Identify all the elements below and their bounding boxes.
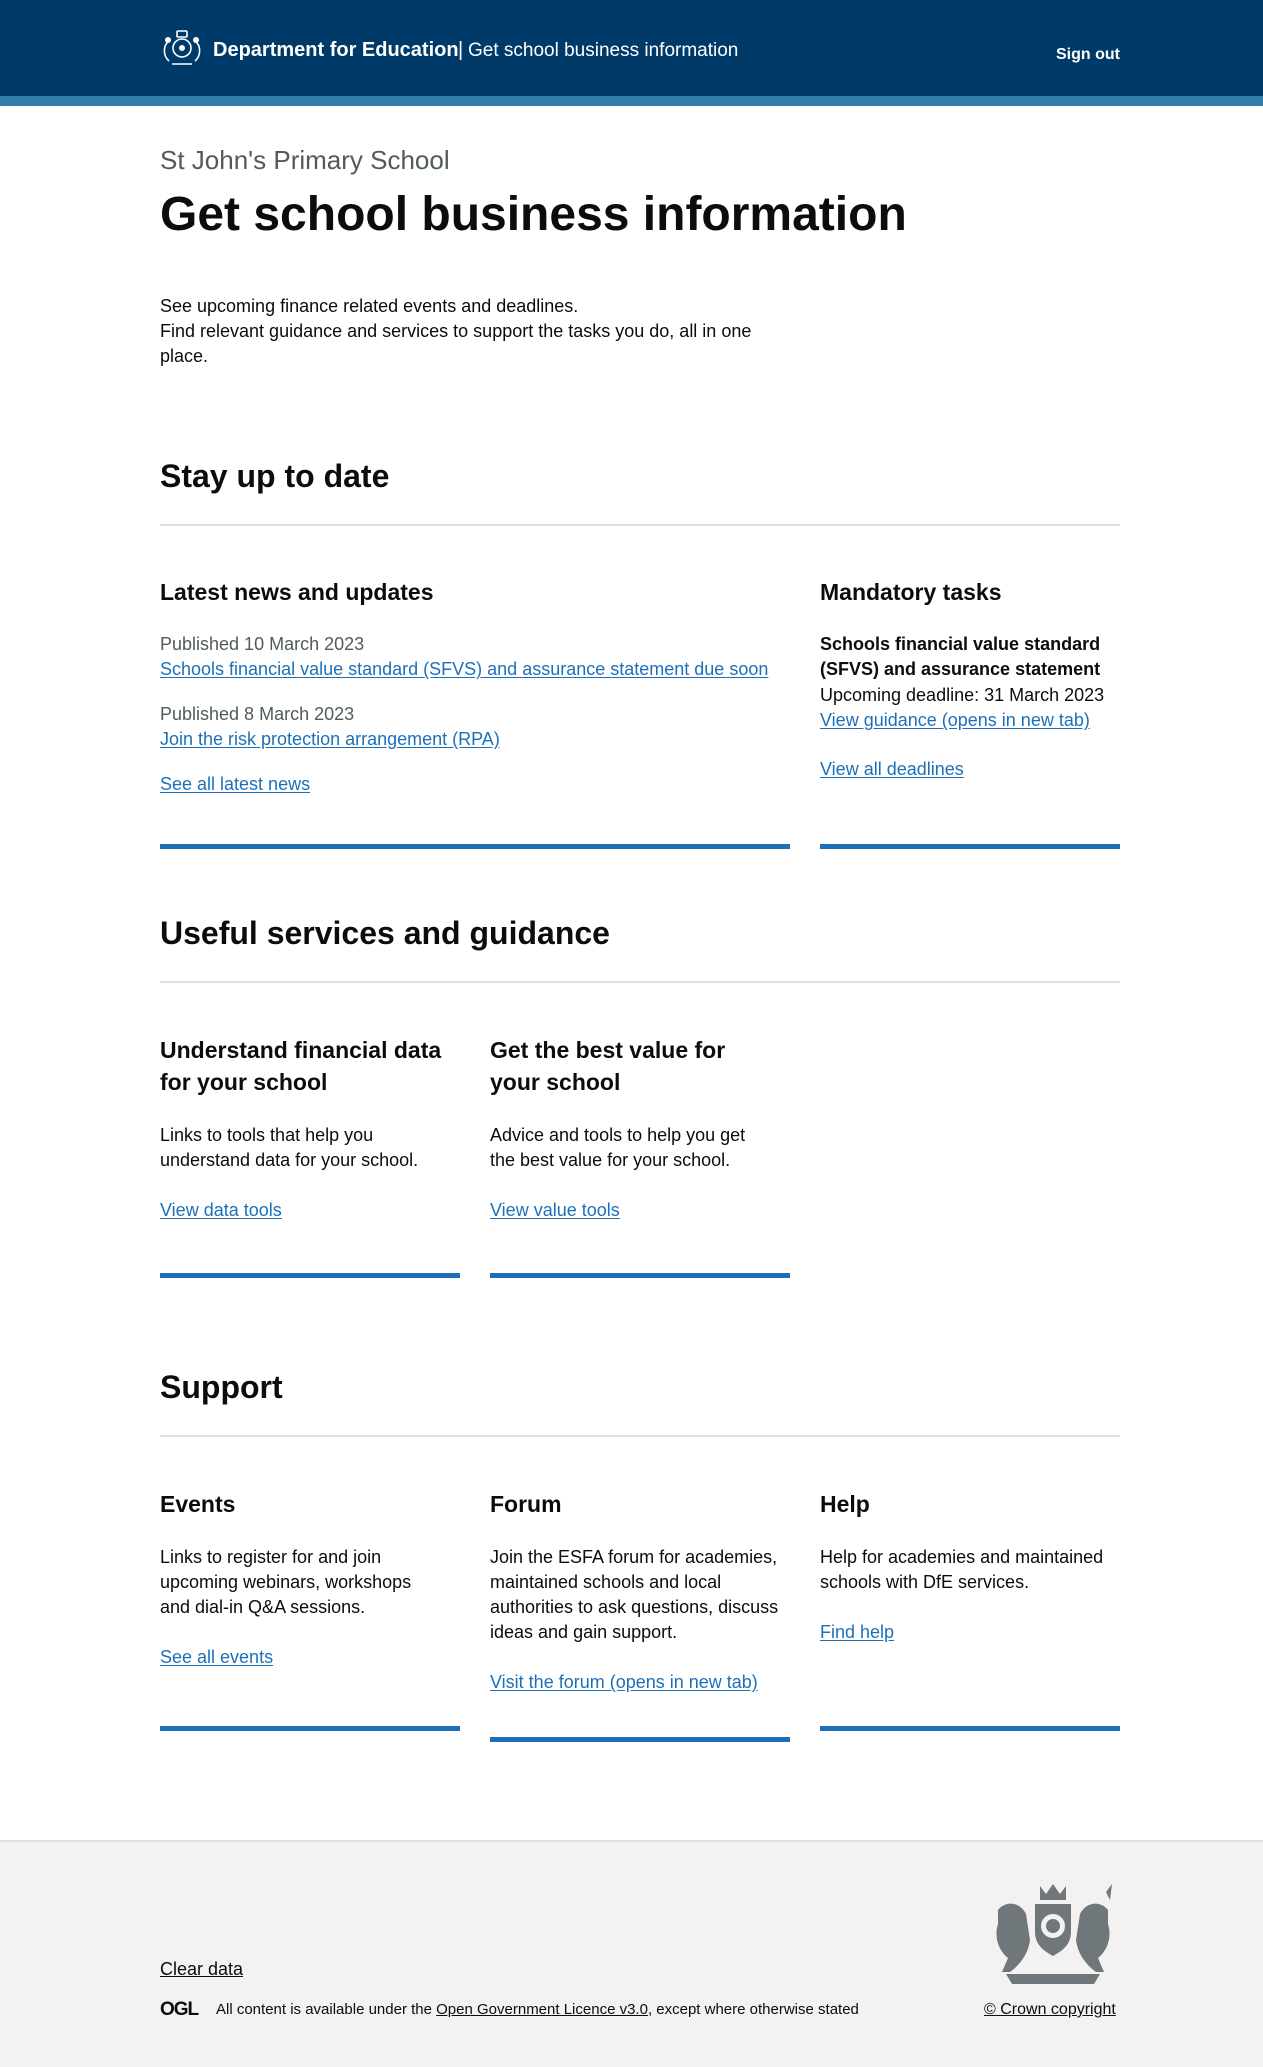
card-bottom-bar bbox=[820, 844, 1120, 849]
section-divider bbox=[160, 1435, 1120, 1437]
card-description: understand data for your school. bbox=[160, 1150, 419, 1170]
page-title: Get school business information bbox=[160, 188, 907, 241]
forum-description: maintained schools and local bbox=[490, 1572, 722, 1592]
header-stripe bbox=[0, 96, 1263, 106]
sign-out-link[interactable]: Sign out bbox=[1056, 45, 1120, 65]
intro-line: place. bbox=[160, 346, 209, 366]
visit-forum-link[interactable]: Visit the forum (opens in new tab) bbox=[490, 1670, 758, 1695]
news-published-date: Published 8 March 2023 bbox=[160, 704, 355, 724]
card-title: your school bbox=[490, 1069, 621, 1095]
events-heading: Events bbox=[160, 1491, 236, 1517]
card-title: for your school bbox=[160, 1069, 328, 1095]
card-bottom-bar bbox=[160, 1726, 460, 1731]
see-all-events-link[interactable]: See all events bbox=[160, 1645, 273, 1670]
view-guidance-link[interactable]: View guidance (opens in new tab) bbox=[820, 708, 1090, 733]
service-name[interactable]: Get school business information bbox=[468, 39, 738, 63]
task-title: Schools financial value standard bbox=[820, 634, 1101, 654]
section-divider bbox=[160, 524, 1120, 526]
card-title: Understand financial data bbox=[160, 1037, 442, 1063]
dfe-crest-icon[interactable] bbox=[160, 28, 204, 68]
crown-copyright-link[interactable]: © Crown copyright bbox=[984, 2000, 1116, 2020]
intro-text: See upcoming finance related events and … bbox=[160, 294, 800, 369]
card-description: Links to tools that help you bbox=[160, 1125, 374, 1145]
forum-heading: Forum bbox=[490, 1491, 562, 1517]
task-deadline: Upcoming deadline: 31 March 2023 bbox=[820, 685, 1105, 705]
news-link-rpa[interactable]: Join the risk protection arrangement (RP… bbox=[160, 727, 500, 752]
card-bottom-bar bbox=[160, 844, 790, 849]
useful-services-heading: Useful services and guidance bbox=[160, 915, 610, 951]
events-description: Links to register for and join bbox=[160, 1547, 382, 1567]
department-name[interactable]: Department for Education bbox=[213, 38, 459, 62]
see-all-news-link[interactable]: See all latest news bbox=[160, 772, 310, 797]
licence-suffix: , except where otherwise stated bbox=[647, 2001, 859, 2018]
header-separator: | bbox=[458, 39, 464, 61]
forum-description: Join the ESFA forum for academies, bbox=[490, 1547, 778, 1567]
mandatory-tasks-heading: Mandatory tasks bbox=[820, 579, 1002, 605]
section-divider bbox=[160, 981, 1120, 983]
card-description: the best value for your school. bbox=[490, 1150, 731, 1170]
licence-prefix: All content is available under the bbox=[216, 2001, 437, 2018]
help-description: Help for academies and maintained bbox=[820, 1547, 1104, 1567]
forum-description: ideas and gain support. bbox=[490, 1622, 678, 1642]
help-heading: Help bbox=[820, 1491, 870, 1517]
clear-data-link[interactable]: Clear data bbox=[160, 1957, 243, 1981]
task-title: (SFVS) and assurance statement bbox=[820, 659, 1101, 679]
stay-up-to-date-heading: Stay up to date bbox=[160, 458, 390, 494]
open-government-licence-link[interactable]: Open Government Licence v3.0 bbox=[436, 2001, 648, 2018]
card-bottom-bar bbox=[160, 1273, 460, 1278]
help-description: schools with DfE services. bbox=[820, 1572, 1030, 1592]
royal-coat-of-arms-icon bbox=[996, 1884, 1112, 1984]
view-all-deadlines-link[interactable]: View all deadlines bbox=[820, 757, 964, 782]
card-description: Advice and tools to help you get bbox=[490, 1125, 746, 1145]
licence-text: All content is available under the Open … bbox=[216, 2000, 859, 2020]
forum-description: authorities to ask questions, discuss bbox=[490, 1597, 779, 1617]
news-link-sfvs[interactable]: Schools financial value standard (SFVS) … bbox=[160, 657, 768, 682]
card-bottom-bar bbox=[490, 1737, 790, 1742]
view-data-tools-link[interactable]: View data tools bbox=[160, 1198, 282, 1223]
card-bottom-bar bbox=[820, 1726, 1120, 1731]
events-description: upcoming webinars, workshops bbox=[160, 1572, 412, 1592]
find-help-link[interactable]: Find help bbox=[820, 1620, 894, 1645]
support-heading: Support bbox=[160, 1369, 283, 1405]
view-value-tools-link[interactable]: View value tools bbox=[490, 1198, 620, 1223]
news-heading: Latest news and updates bbox=[160, 579, 434, 605]
intro-line: See upcoming finance related events and … bbox=[160, 296, 579, 316]
intro-line: Find relevant guidance and services to s… bbox=[160, 321, 752, 341]
ogl-logo-icon: OGL bbox=[160, 1999, 199, 2020]
card-title: Get the best value for bbox=[490, 1037, 726, 1063]
news-published-date: Published 10 March 2023 bbox=[160, 634, 365, 654]
school-caption: St John's Primary School bbox=[160, 145, 450, 175]
card-bottom-bar bbox=[490, 1273, 790, 1278]
events-description: and dial-in Q&A sessions. bbox=[160, 1597, 366, 1617]
